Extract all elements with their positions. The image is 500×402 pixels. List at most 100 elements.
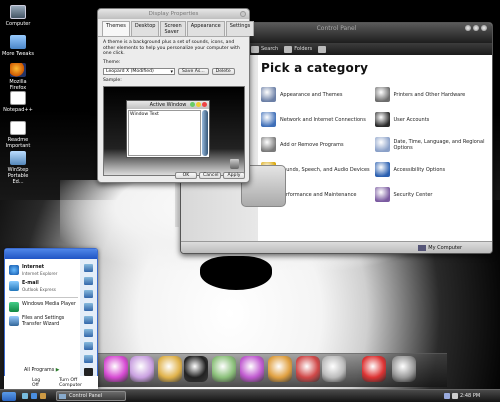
save-as-button[interactable]: Save As... [178,68,209,75]
views-button[interactable] [318,45,327,53]
quick-launch-icon[interactable] [40,393,46,399]
theme-description: A theme is a background plus a set of so… [103,40,240,56]
category-network-globe[interactable]: Network and Internet Connections [261,107,375,132]
search-button[interactable]: Search [251,45,278,53]
theme-preview: Active Window Window Text [103,85,245,176]
help-icon[interactable] [84,342,93,350]
start-item-email[interactable]: E-mail Outlook Express [5,279,82,295]
green-dot-icon [190,101,195,107]
search-icon[interactable] [84,355,93,363]
dock-hairdryer-icon[interactable] [240,356,264,382]
all-programs-button[interactable]: All Programs ▶ [24,368,59,373]
ok-button[interactable]: OK [175,172,197,179]
preview-active-window: Active Window Window Text [126,99,210,158]
close-button[interactable] [240,11,246,17]
dock-lightning-icon[interactable] [104,356,128,382]
category-printer[interactable]: Printers and Other Hardware [374,82,489,107]
my-music-icon[interactable] [84,290,93,298]
start-menu-footer: Log Off Turn Off Computer [4,376,98,389]
apply-button[interactable]: Apply [223,172,245,179]
log-off-button[interactable]: Log Off [32,378,47,388]
system-tray: 2:48 PM [440,390,500,402]
dock-truck-icon[interactable] [296,356,320,382]
category-label: Date, Time, Language, and Regional Optio… [393,138,485,151]
folders-button[interactable]: Folders [284,45,312,53]
category-label: Performance and Maintenance [280,191,357,198]
turn-off-button[interactable]: Turn Off Computer [59,378,98,388]
outlook-express-icon [9,281,19,291]
preview-window-controls [190,101,207,107]
internet-explorer-icon [9,265,19,275]
preview-window-title: Active Window [127,100,209,109]
show-desktop-icon[interactable] [22,393,28,399]
category-label: Sounds, Speech, and Audio Devices [280,166,370,173]
start-menu-header [5,249,97,259]
separator [9,297,78,298]
category-list: Appearance and Themes Printers and Other … [261,82,488,207]
run-icon[interactable] [84,368,93,376]
shield-icon [374,187,390,202]
dock-mario-icon[interactable] [362,356,386,382]
tab-desktop[interactable]: Desktop [130,21,160,36]
start-item-internet[interactable]: Internet Internet Explorer [5,263,82,279]
category-date-time[interactable]: Date, Time, Language, and Regional Optio… [374,132,489,157]
desktop-icon-computer[interactable]: Computer [2,5,34,27]
media-player-icon [9,302,19,312]
preview-window-text: Window Text [128,109,201,156]
appearance-icon [261,87,276,102]
printers-icon[interactable] [84,329,93,337]
dock-chalkboard-icon[interactable] [212,356,236,382]
category-add-remove[interactable]: Add or Remove Programs [261,132,375,157]
category-label: Add or Remove Programs [280,141,344,148]
dock-cupcake-icon[interactable] [130,356,154,382]
volume-icon[interactable] [452,393,458,399]
desktop-icon-notepad[interactable]: Notepad++ [2,91,34,113]
dock-ladybug-icon[interactable] [184,356,208,382]
delete-button[interactable]: Delete [211,68,235,75]
category-user-accounts[interactable]: User Accounts [374,107,489,132]
taskbar-item-control-panel[interactable]: Control Panel [56,391,126,401]
control-panel-icon[interactable] [84,316,93,324]
tab-appearance[interactable]: Appearance [186,21,225,36]
start-button[interactable] [2,392,16,401]
my-documents-icon[interactable] [84,264,93,272]
my-pictures-icon[interactable] [84,277,93,285]
theme-label: Theme: [103,59,121,65]
close-button[interactable] [481,25,487,31]
category-shield[interactable]: Security Center [374,182,489,207]
internet-explorer-icon[interactable] [31,393,37,399]
tab-themes[interactable]: Themes [102,21,130,36]
dock-trash-icon[interactable] [392,356,416,382]
desktop-icon-firefox[interactable]: Mozilla Firefox [2,63,34,91]
dialog-titlebar[interactable]: Display Properties [98,9,249,19]
my-computer-icon[interactable] [84,303,93,311]
category-label: Printers and Other Hardware [393,91,466,98]
desktop-icon-more-tweaks[interactable]: More Tweaks [2,35,34,57]
network-icon[interactable] [444,393,450,399]
desktop-icon-winstep[interactable]: WinStep Portable Ed... [2,151,34,185]
start-item-media-player[interactable]: Windows Media Player [5,300,82,314]
theme-select[interactable]: Leopard X (Modified) [103,68,175,75]
category-label: Network and Internet Connections [280,116,366,123]
red-dot-icon [202,101,207,107]
folder-icon [10,151,26,165]
tab-settings[interactable]: Settings [225,21,255,36]
dock-magnifier-icon[interactable] [268,356,292,382]
cancel-button[interactable]: Cancel [199,172,221,179]
clock[interactable]: 2:48 PM [460,393,480,399]
folder-icon [10,35,26,49]
category-label: User Accounts [393,116,430,123]
start-item-transfer-wizard[interactable]: Files and Settings Transfer Wizard [5,314,82,329]
maximize-button[interactable] [473,25,479,31]
desktop-icon-readme[interactable]: Readme Important [2,121,34,149]
category-accessibility[interactable]: Accessibility Options [374,157,489,182]
document-icon [10,121,26,135]
dock-blank-icon[interactable] [322,356,346,382]
search-icon [251,45,259,53]
apple-logo [200,256,272,290]
category-appearance[interactable]: Appearance and Themes [261,82,375,107]
tab-screen-saver[interactable]: Screen Saver [160,21,186,36]
dock-plane-icon[interactable] [158,356,182,382]
notepad-icon [10,91,26,105]
minimize-button[interactable] [465,25,471,31]
